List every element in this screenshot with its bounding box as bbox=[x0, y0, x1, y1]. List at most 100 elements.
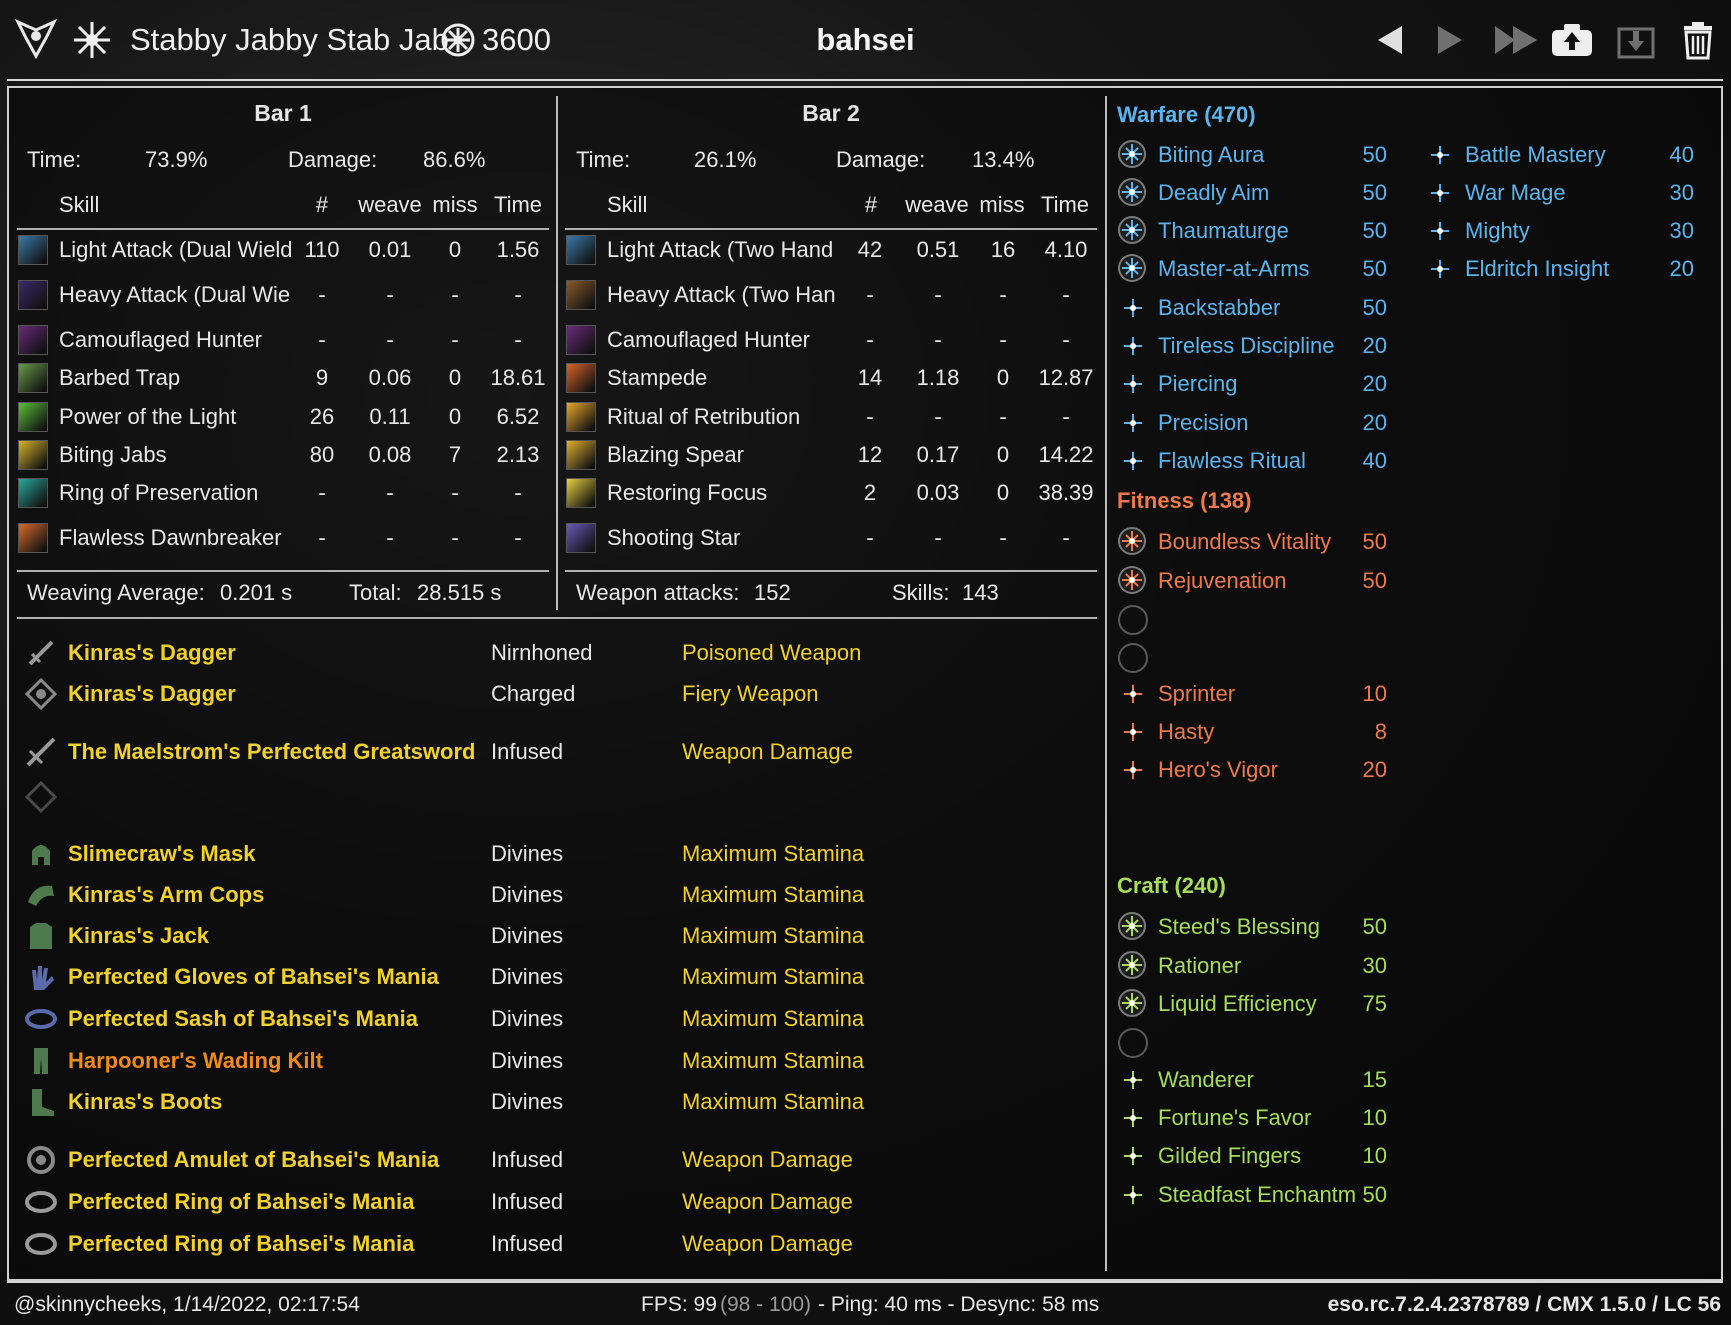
gear-row[interactable]: Perfected Amulet of Bahsei's Mania Infuse… bbox=[20, 1143, 1100, 1179]
skill-row[interactable]: Light Attack (Two Hand 42 0.51 16 4.10 bbox=[565, 233, 1097, 269]
footer-divider bbox=[7, 1281, 1723, 1283]
cp-star-name: Flawless Ritual bbox=[1158, 448, 1306, 473]
skill-row[interactable]: Flawless Dawnbreaker - - - - bbox=[17, 521, 549, 557]
gear-enchant: Maximum Stamina bbox=[682, 923, 865, 948]
bar1-col-count: # bbox=[315, 192, 329, 217]
skill-row[interactable]: Shooting Star - - - - bbox=[565, 521, 1097, 557]
download-button[interactable] bbox=[1614, 18, 1658, 62]
gear-row[interactable]: Kinras's Jack Divines Maximum Stamina bbox=[20, 919, 1100, 955]
skill-name: Heavy Attack (Dual Wie bbox=[59, 282, 291, 307]
star-slot-icon bbox=[1117, 950, 1147, 980]
cp-star-value: 75 bbox=[1362, 991, 1387, 1016]
cp-passive-star[interactable]: Precision 20 bbox=[1117, 406, 1407, 440]
gear-row[interactable]: Kinras's Arm Cops Divines Maximum Stamina bbox=[20, 878, 1100, 914]
belt-icon bbox=[24, 1002, 58, 1036]
amulet-icon bbox=[24, 1143, 58, 1177]
empty-star-slot[interactable] bbox=[1118, 1028, 1148, 1058]
gear-row[interactable]: Kinras's Dagger Nirnhoned Poisoned Weapon bbox=[20, 636, 1100, 672]
skill-row[interactable]: Power of the Light 26 0.11 0 6.52 bbox=[17, 400, 549, 436]
prev-fight-button[interactable] bbox=[1368, 18, 1412, 62]
gear-row[interactable]: Perfected Gloves of Bahsei's Mania Divine… bbox=[20, 960, 1100, 996]
empty-star-slot[interactable] bbox=[1118, 643, 1148, 673]
star-icon bbox=[1122, 1184, 1144, 1206]
skill-time: - bbox=[1062, 327, 1070, 352]
gear-trait: Divines bbox=[491, 964, 564, 989]
cp-slotted-star[interactable]: Boundless Vitality 50 bbox=[1117, 525, 1407, 559]
gear-row[interactable]: Perfected Ring of Bahsei's Mania Infused W… bbox=[20, 1185, 1100, 1221]
cp-star-value: 50 bbox=[1362, 218, 1387, 243]
cp-passive-star[interactable]: Backstabber 50 bbox=[1117, 291, 1407, 325]
skill-row[interactable]: Heavy Attack (Dual Wie - - - - bbox=[17, 278, 549, 314]
skill-row[interactable]: Stampede 14 1.18 0 12.87 bbox=[565, 361, 1097, 397]
cp-passive-star[interactable]: Mighty 30 bbox=[1424, 214, 1714, 248]
trash-icon bbox=[1684, 22, 1712, 60]
gear-row[interactable]: Kinras's Dagger Charged Fiery Weapon bbox=[20, 677, 1100, 713]
skill-row[interactable]: Camouflaged Hunter - - - - bbox=[17, 323, 549, 359]
gear-row[interactable] bbox=[20, 780, 1100, 816]
cp-passive-star[interactable]: Steadfast Enchantm 50 bbox=[1117, 1178, 1407, 1212]
cp-passive-star[interactable]: Wanderer 15 bbox=[1117, 1063, 1407, 1097]
cp-passive-star[interactable]: War Mage 30 bbox=[1424, 176, 1714, 210]
cp-slotted-star[interactable]: Steed's Blessing 50 bbox=[1117, 910, 1407, 944]
cp-star-name: Backstabber bbox=[1158, 295, 1281, 320]
gear-row[interactable]: Slimecraw's Mask Divines Maximum Stamina bbox=[20, 837, 1100, 873]
empty-star-slot[interactable] bbox=[1118, 605, 1148, 635]
cp-passive-star[interactable]: Tireless Discipline 20 bbox=[1117, 329, 1407, 363]
skill-row[interactable]: Ring of Preservation - - - - bbox=[17, 476, 549, 512]
cp-star-name: Liquid Efficiency bbox=[1158, 991, 1317, 1016]
cp-slotted-star[interactable]: Master-at-Arms 50 bbox=[1117, 252, 1407, 286]
weapon-attacks-label: Weapon attacks: bbox=[576, 580, 740, 605]
skill-row[interactable]: Barbed Trap 9 0.06 0 18.61 bbox=[17, 361, 549, 397]
skill-row[interactable]: Light Attack (Dual Wield 110 0.01 0 1.56 bbox=[17, 233, 549, 269]
upload-button[interactable] bbox=[1550, 18, 1594, 62]
cp-passive-star[interactable]: Eldritch Insight 20 bbox=[1424, 252, 1714, 286]
cp-slotted-star[interactable]: Rejuvenation 50 bbox=[1117, 564, 1407, 598]
cp-passive-star[interactable]: Fortune's Favor 10 bbox=[1117, 1101, 1407, 1135]
cp-star-name: Sprinter bbox=[1158, 681, 1236, 706]
gear-trait: Divines bbox=[491, 882, 564, 907]
skill-row[interactable]: Biting Jabs 80 0.08 7 2.13 bbox=[17, 438, 549, 474]
skill-row[interactable]: Blazing Spear 12 0.17 0 14.22 bbox=[565, 438, 1097, 474]
cp-passive-star[interactable]: Hasty 8 bbox=[1117, 715, 1407, 749]
skill-name: Restoring Focus bbox=[607, 480, 768, 505]
gear-row[interactable]: Perfected Sash of Bahsei's Mania Divines M… bbox=[20, 1002, 1100, 1038]
skill-row[interactable]: Camouflaged Hunter - - - - bbox=[565, 323, 1097, 359]
cp-slotted-star[interactable]: Deadly Aim 50 bbox=[1117, 176, 1407, 210]
cp-slotted-star[interactable]: Thaumaturge 50 bbox=[1117, 214, 1407, 248]
gear-row[interactable]: The Maelstrom's Perfected Greatsword Infu… bbox=[20, 735, 1100, 771]
last-fight-button[interactable] bbox=[1488, 18, 1544, 62]
bar2-col-skill: Skill bbox=[607, 192, 648, 217]
skill-weave: - bbox=[934, 327, 942, 352]
cp-passive-star[interactable]: Gilded Fingers 10 bbox=[1117, 1139, 1407, 1173]
next-icon bbox=[1438, 26, 1462, 54]
skill-row[interactable]: Heavy Attack (Two Han - - - - bbox=[565, 278, 1097, 314]
cp-passive-star[interactable]: Battle Mastery 40 bbox=[1424, 138, 1714, 172]
cp-slotted-star[interactable]: Liquid Efficiency 75 bbox=[1117, 987, 1407, 1021]
gear-row[interactable]: Kinras's Boots Divines Maximum Stamina bbox=[20, 1085, 1100, 1121]
skill-name: Ring of Preservation bbox=[59, 480, 259, 505]
skill-row[interactable]: Restoring Focus 2 0.03 0 38.39 bbox=[565, 476, 1097, 512]
cp-slotted-star[interactable]: Rationer 30 bbox=[1117, 949, 1407, 983]
cp-slotted-star[interactable]: Biting Aura 50 bbox=[1117, 138, 1407, 172]
ring-icon bbox=[24, 1227, 58, 1261]
bar2-col-count: # bbox=[864, 192, 878, 217]
cp-passive-star[interactable]: Sprinter 10 bbox=[1117, 677, 1407, 711]
gear-divider bbox=[17, 617, 1097, 619]
skill-weave: 1.18 bbox=[916, 365, 960, 390]
skill-row[interactable]: Ritual of Retribution - - - - bbox=[565, 400, 1097, 436]
cp-passive-star[interactable]: Flawless Ritual 40 bbox=[1117, 444, 1407, 478]
star-slot-icon bbox=[1117, 565, 1147, 595]
gear-row[interactable]: Harpooner's Wading Kilt Divines Maximum St… bbox=[20, 1044, 1100, 1080]
gear-name: The Maelstrom's Perfected Greatsword bbox=[68, 739, 476, 764]
cp-star-name: Rejuvenation bbox=[1158, 568, 1287, 593]
next-fight-button[interactable] bbox=[1428, 18, 1472, 62]
cp-passive-star[interactable]: Hero's Vigor 20 bbox=[1117, 753, 1407, 787]
skill-miss: - bbox=[451, 327, 459, 352]
delete-button[interactable] bbox=[1676, 18, 1720, 62]
cp-star-value: 50 bbox=[1362, 914, 1387, 939]
cp-passive-star[interactable]: Piercing 20 bbox=[1117, 367, 1407, 401]
skill-name: Ritual of Retribution bbox=[607, 404, 801, 429]
gear-row[interactable]: Perfected Ring of Bahsei's Mania Infused W… bbox=[20, 1227, 1100, 1263]
cp-star-name: Piercing bbox=[1158, 371, 1238, 396]
gear-enchant: Weapon Damage bbox=[682, 1147, 853, 1172]
